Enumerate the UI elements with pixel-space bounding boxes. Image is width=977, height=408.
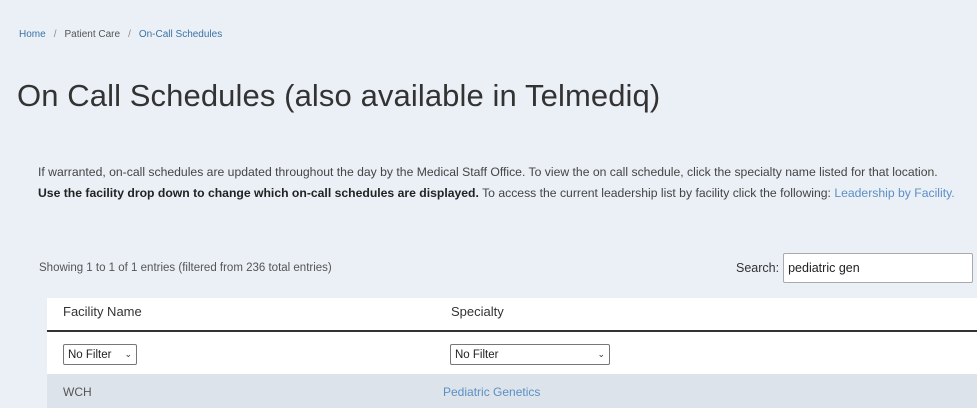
table-row: WCH Pediatric Genetics (47, 374, 977, 408)
search-container: Search: (736, 253, 974, 283)
specialty-filter-select[interactable]: No Filter ⌄ (450, 344, 610, 365)
intro-text-2: To access the current leadership list by… (482, 186, 831, 201)
intro-paragraph: If warranted, on-call schedules are upda… (38, 162, 963, 204)
search-input[interactable] (783, 253, 974, 283)
page: Home / Patient Care / On-Call Schedules On C… (0, 0, 977, 408)
search-label: Search: (736, 261, 780, 275)
chevron-down-icon: ⌄ (597, 349, 605, 359)
page-title: On Call Schedules (also available in Tel… (17, 78, 661, 113)
chevron-down-icon: ⌄ (124, 349, 132, 359)
leadership-by-facility-link[interactable]: Leadership by Facility. (834, 186, 954, 200)
table-info: Showing 1 to 1 of 1 entries (filtered fr… (39, 262, 332, 274)
cell-facility: WCH (63, 385, 92, 399)
intro-bold-text: Use the facility drop down to change whi… (38, 186, 479, 201)
intro-text-1: If warranted, on-call schedules are upda… (38, 165, 938, 180)
breadcrumb-separator: / (128, 29, 131, 40)
breadcrumb-separator: / (53, 29, 57, 40)
table-header: Facility Name Specialty (47, 298, 977, 332)
breadcrumb: Home / Patient Care / On-Call Schedules (19, 29, 222, 40)
column-header-specialty[interactable]: Specialty (451, 304, 504, 319)
facility-filter-value: No Filter (68, 348, 112, 361)
specialty-filter-value: No Filter (455, 348, 499, 361)
breadcrumb-home-link[interactable]: Home (19, 29, 46, 40)
breadcrumb-patient-care[interactable]: Patient Care (64, 29, 120, 40)
filter-row: No Filter ⌄ No Filter ⌄ (47, 332, 977, 374)
column-header-facility-name[interactable]: Facility Name (63, 304, 142, 319)
specialty-link[interactable]: Pediatric Genetics (443, 385, 540, 399)
breadcrumb-current[interactable]: On-Call Schedules (139, 29, 222, 40)
facility-filter-select[interactable]: No Filter ⌄ (63, 344, 137, 365)
